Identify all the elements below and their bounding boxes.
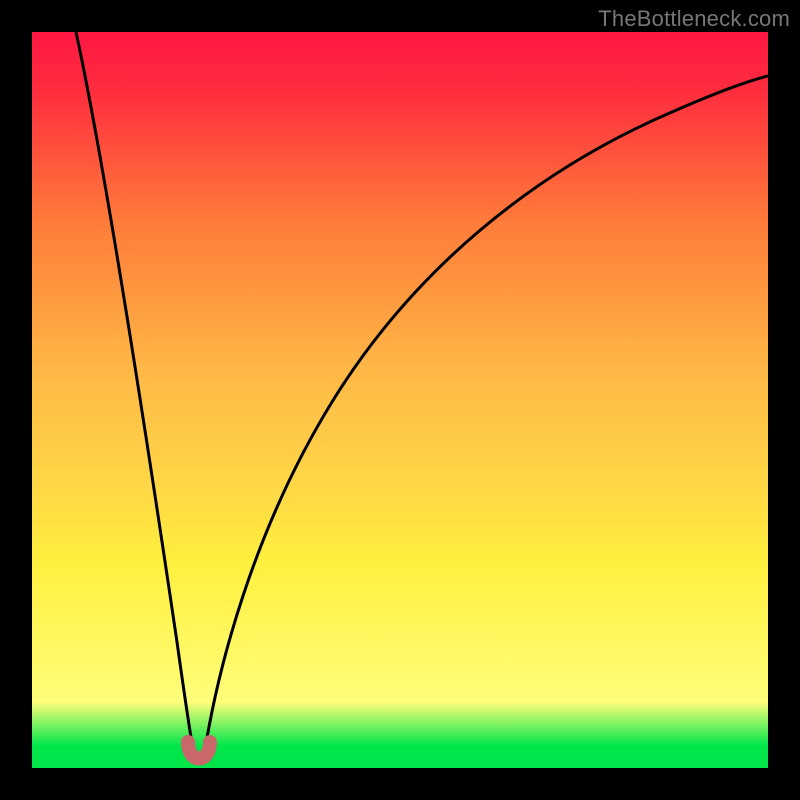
curve-left-branch xyxy=(76,32,194,756)
curve-right-branch xyxy=(204,76,768,756)
bottleneck-curve xyxy=(32,32,768,768)
chart-plot-area xyxy=(32,32,768,768)
chart-frame: TheBottleneck.com xyxy=(0,0,800,800)
watermark-text: TheBottleneck.com xyxy=(598,6,790,32)
valley-marker-icon xyxy=(188,742,210,759)
